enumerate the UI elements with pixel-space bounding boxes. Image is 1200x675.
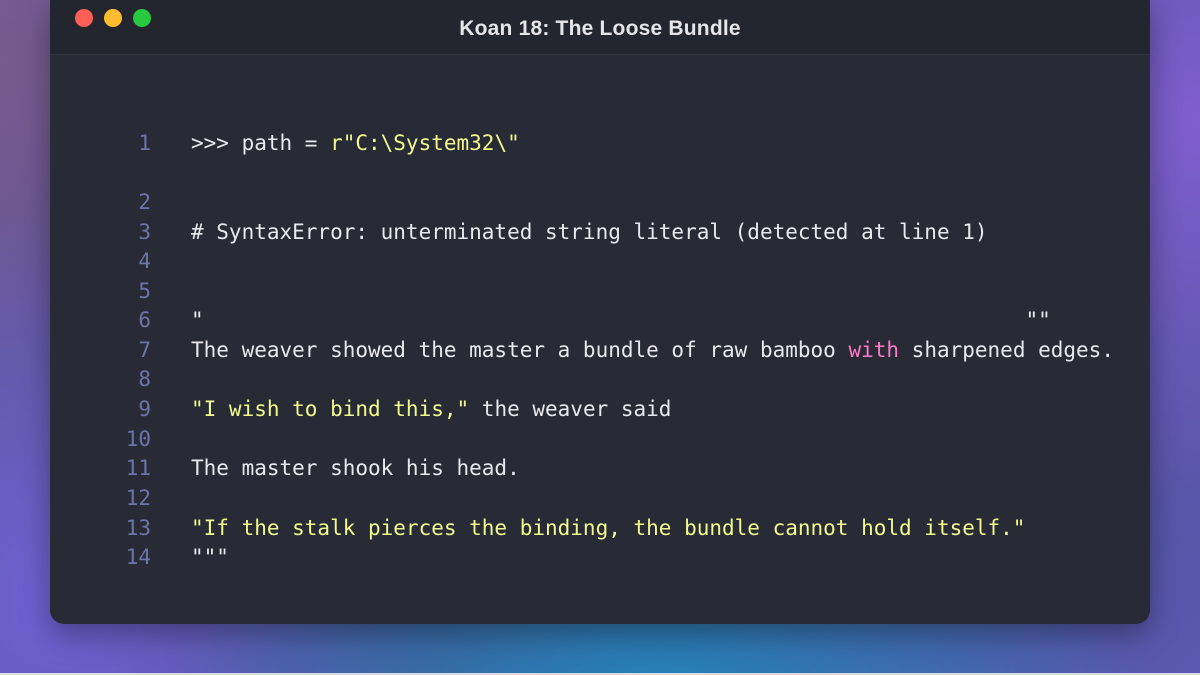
line-number: 5 — [138, 279, 151, 303]
string-token: r"C:\System32\" — [330, 131, 520, 155]
line-number: 7 — [138, 338, 151, 362]
line-number: 14 — [125, 545, 151, 569]
text-token: The weaver showed the master a bundle of… — [191, 338, 849, 362]
line-text: >>> path = r"C:\System32\" — [191, 128, 520, 158]
text-token: # SyntaxError: unterminated string liter… — [191, 220, 988, 244]
line-number: 8 — [138, 367, 151, 391]
line-text: The master shook his head. — [191, 453, 520, 483]
window-title: Koan 18: The Loose Bundle — [459, 17, 741, 40]
line-number: 4 — [138, 249, 151, 273]
line-number: 3 — [138, 220, 151, 244]
text-token: sharpened edges. — [899, 338, 1114, 362]
line-number: 13 — [125, 516, 151, 540]
text-token: the weaver said — [469, 397, 672, 421]
line-text: """ — [191, 542, 229, 572]
title-bar: Koan 18: The Loose Bundle — [50, 0, 1150, 55]
line-text: " "" — [191, 305, 1051, 335]
text-token: >>> path = — [191, 131, 331, 155]
line-number: 1 — [138, 131, 151, 155]
line-number: 2 — [138, 190, 151, 214]
line-number: 10 — [125, 427, 151, 451]
line-number: 9 — [138, 397, 151, 421]
line-number: 6 — [138, 308, 151, 332]
string-token: "If the stalk pierces the binding, the b… — [191, 516, 1026, 540]
keyword-token: with — [848, 338, 900, 362]
string-token: "I wish to bind this," — [191, 397, 470, 421]
line-text: "I wish to bind this," the weaver said — [191, 394, 671, 424]
line-text: The weaver showed the master a bundle of… — [191, 335, 1114, 365]
line-text: # SyntaxError: unterminated string liter… — [191, 217, 988, 247]
text-token: The master shook his head. — [191, 456, 520, 480]
editor-window: Koan 18: The Loose Bundle 1 >>> path = r"… — [50, 0, 1150, 624]
text-token: " "" — [191, 308, 1051, 332]
line-number: 11 — [125, 456, 151, 480]
text-token: """ — [191, 545, 229, 569]
line-text: "If the stalk pierces the binding, the b… — [191, 513, 1025, 543]
line-number: 12 — [125, 486, 151, 510]
